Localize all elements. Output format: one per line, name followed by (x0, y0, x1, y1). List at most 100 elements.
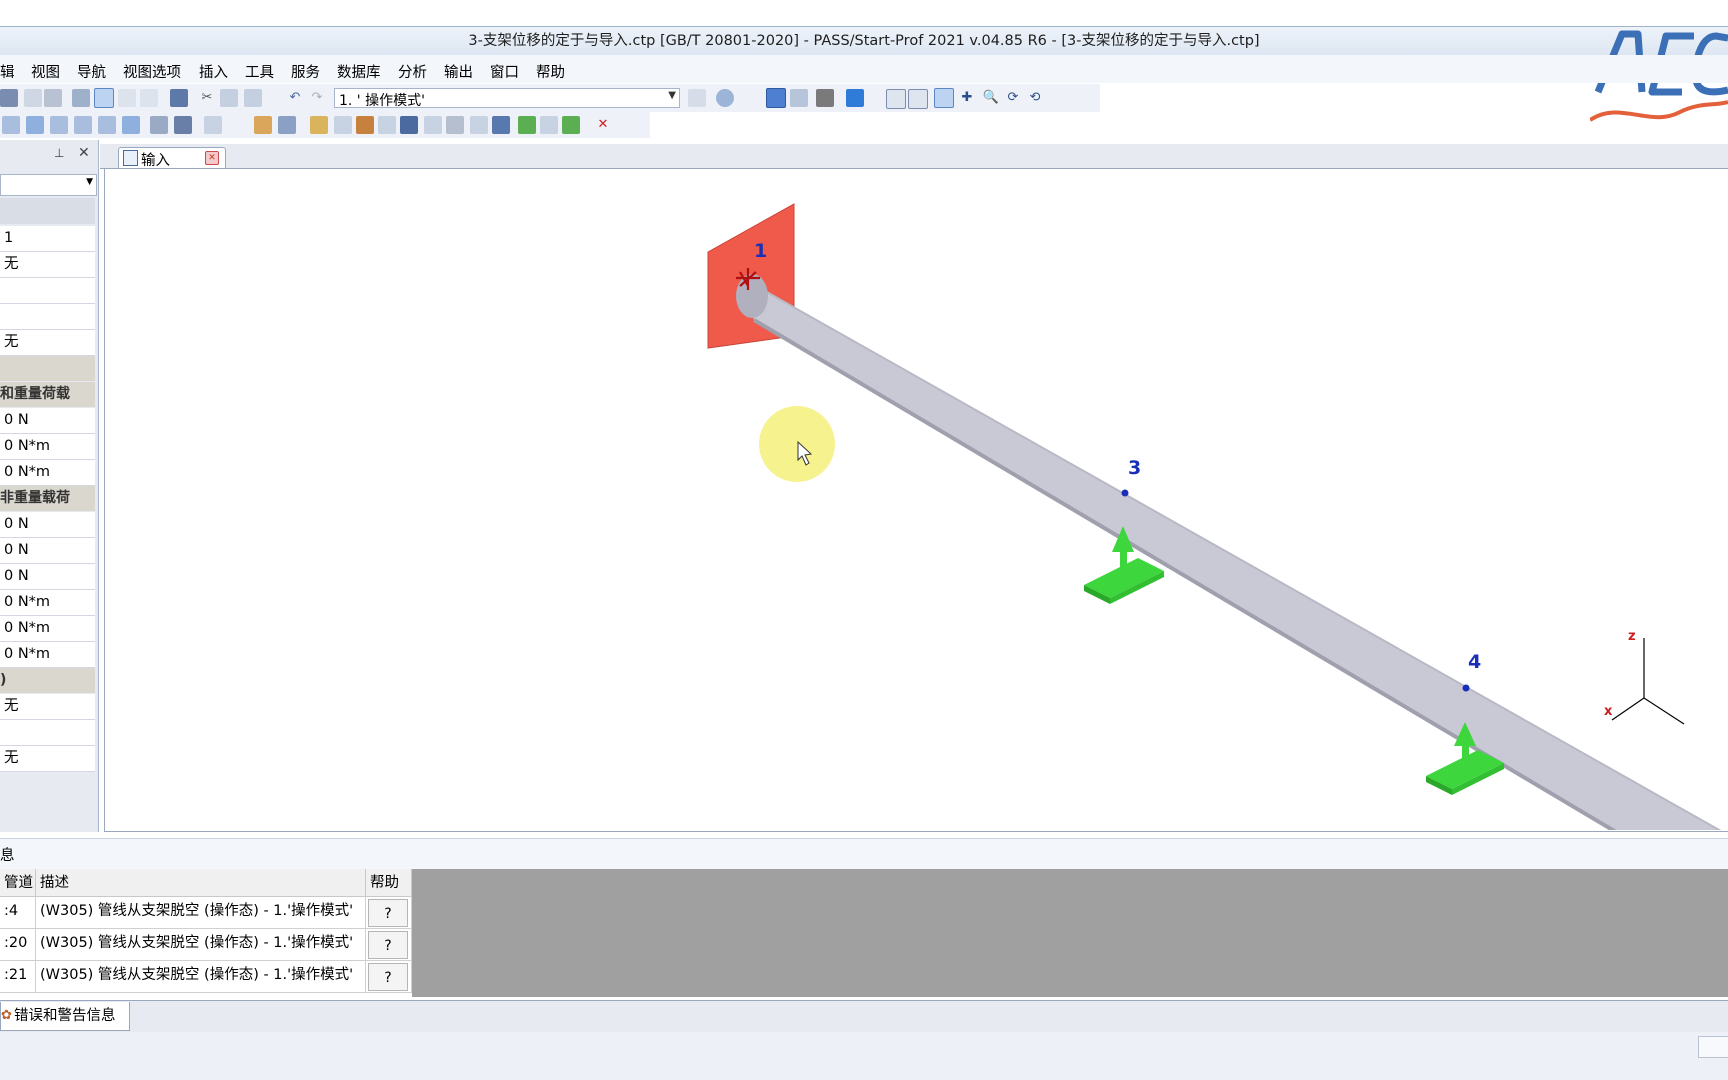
property-row[interactable]: 0 N (0, 408, 95, 434)
menu-navigation[interactable]: 导航 (77, 61, 106, 82)
branch-icon[interactable] (688, 89, 706, 107)
property-row[interactable]: 0 N*m (0, 590, 95, 616)
property-row[interactable]: 0 N (0, 538, 95, 564)
node-3-marker[interactable] (1121, 489, 1129, 497)
zoom-icon[interactable]: 🔍 (982, 89, 1000, 107)
load-icon[interactable] (400, 116, 418, 134)
property-row[interactable]: 无 (0, 252, 95, 278)
table-icon[interactable] (170, 89, 188, 107)
tab-input[interactable]: 输入 ✕ (118, 147, 226, 169)
help-cursor-icon[interactable] (716, 89, 734, 107)
message-row[interactable]: :21 (W305) 管线从支架脱空 (操作态) - 1.'操作模式'? (0, 961, 412, 993)
redo-icon[interactable]: ↷ (308, 89, 326, 107)
pan-icon[interactable]: ✚ (958, 89, 976, 107)
cube-view-icon[interactable] (846, 89, 864, 107)
layout-icon[interactable] (72, 89, 90, 107)
measure-icon[interactable] (492, 116, 510, 134)
delete-icon[interactable]: ✕ (594, 116, 612, 134)
weight-icon[interactable] (424, 116, 442, 134)
anchor-icon[interactable] (356, 116, 374, 134)
menu-window[interactable]: 窗口 (490, 61, 519, 82)
edit-icon[interactable] (0, 89, 18, 107)
menu-services[interactable]: 服务 (291, 61, 320, 82)
message-row[interactable]: :20 (W305) 管线从支架脱空 (操作态) - 1.'操作模式'? (0, 929, 412, 961)
pipe-model-canvas[interactable]: 1 3 4 z x (104, 168, 1728, 830)
menu-insert[interactable]: 插入 (199, 61, 228, 82)
menu-database[interactable]: 数据库 (337, 61, 381, 82)
pipe-tool-icon[interactable] (2, 116, 20, 134)
select-pointer-icon[interactable] (934, 88, 954, 108)
mirror-icon[interactable] (446, 116, 464, 134)
close-icon[interactable]: ✕ (78, 145, 90, 161)
copy-view-icon[interactable] (118, 89, 136, 107)
cut-icon[interactable]: ✂ (198, 89, 216, 107)
print-icon[interactable] (44, 89, 62, 107)
column-header-help[interactable]: 帮助 (366, 869, 412, 897)
menu-edit[interactable]: 辑 (0, 61, 15, 82)
property-row[interactable]: 0 N*m (0, 642, 95, 668)
straight-pipe-icon[interactable] (26, 116, 44, 134)
hanger-icon[interactable] (278, 116, 296, 134)
tab-errors-warnings[interactable]: ✿ 错误和警告信息 (0, 1002, 130, 1031)
property-row[interactable]: 1 (0, 226, 95, 252)
copy-icon[interactable] (220, 89, 238, 107)
property-row[interactable]: 无 (0, 694, 95, 720)
split-icon[interactable] (540, 116, 558, 134)
paste-view-icon[interactable] (140, 89, 158, 107)
bend-icon[interactable] (50, 116, 68, 134)
property-row[interactable] (0, 720, 95, 746)
move-icon[interactable] (470, 116, 488, 134)
dimension-icon[interactable] (766, 88, 786, 108)
binoculars-icon[interactable] (816, 89, 834, 107)
message-help-button[interactable]: ? (368, 931, 408, 959)
message-help-button[interactable]: ? (368, 899, 408, 927)
valve-icon[interactable] (122, 116, 140, 134)
pin-icon[interactable]: ⊥ (54, 146, 64, 160)
node-4-marker[interactable] (1462, 684, 1470, 692)
insert-node-icon[interactable] (518, 116, 536, 134)
orbit-icon[interactable]: ⟲ (1026, 89, 1044, 107)
menu-tools[interactable]: 工具 (245, 61, 274, 82)
restraint-icon[interactable] (310, 116, 328, 134)
property-row[interactable]: 0 N*m (0, 616, 95, 642)
menu-view[interactable]: 视图 (31, 61, 60, 82)
message-row[interactable]: :4 (W305) 管线从支架脱空 (操作态) - 1.'操作模式'? (0, 897, 412, 929)
property-value (0, 282, 4, 298)
warning-icon: ✿ (1, 1008, 12, 1023)
undo-icon[interactable]: ↶ (286, 89, 304, 107)
zoom-window-icon[interactable] (886, 89, 906, 109)
property-row[interactable] (0, 278, 95, 304)
align-icon[interactable] (790, 89, 808, 107)
column-header-description[interactable]: 描述 (36, 869, 366, 897)
spring-icon[interactable] (378, 116, 396, 134)
menu-output[interactable]: 输出 (444, 61, 473, 82)
merge-icon[interactable] (562, 116, 580, 134)
zoom-extents-icon[interactable] (908, 89, 928, 109)
tee-icon[interactable] (98, 116, 116, 134)
node-icon[interactable] (204, 116, 222, 134)
print-preview-icon[interactable] (24, 89, 42, 107)
property-row[interactable]: 0 N*m (0, 434, 95, 460)
menu-help[interactable]: 帮助 (536, 61, 565, 82)
flange-icon[interactable] (150, 116, 168, 134)
message-help-button[interactable]: ? (368, 963, 408, 991)
menu-view-options[interactable]: 视图选项 (123, 61, 181, 82)
paste-icon[interactable] (244, 89, 262, 107)
property-row[interactable]: 0 N (0, 564, 95, 590)
property-row[interactable]: 0 N (0, 512, 95, 538)
guide-icon[interactable] (334, 116, 352, 134)
property-row[interactable] (0, 304, 95, 330)
reducer-icon[interactable] (74, 116, 92, 134)
property-row[interactable]: 0 N*m (0, 460, 95, 486)
property-row[interactable]: 无 (0, 330, 95, 356)
mode-select[interactable]: 1. ' 操作模式' ▼ (334, 88, 680, 109)
property-row[interactable]: 无 (0, 746, 95, 772)
close-tab-icon[interactable]: ✕ (205, 151, 219, 165)
menu-analysis[interactable]: 分析 (398, 61, 427, 82)
expansion-joint-icon[interactable] (174, 116, 192, 134)
rotate-icon[interactable]: ⟳ (1004, 89, 1022, 107)
support-icon[interactable] (254, 116, 272, 134)
input-view-icon[interactable] (94, 88, 114, 108)
properties-object-select[interactable]: ▼ (0, 174, 97, 196)
column-header-pipe[interactable]: 管道 (0, 869, 36, 897)
